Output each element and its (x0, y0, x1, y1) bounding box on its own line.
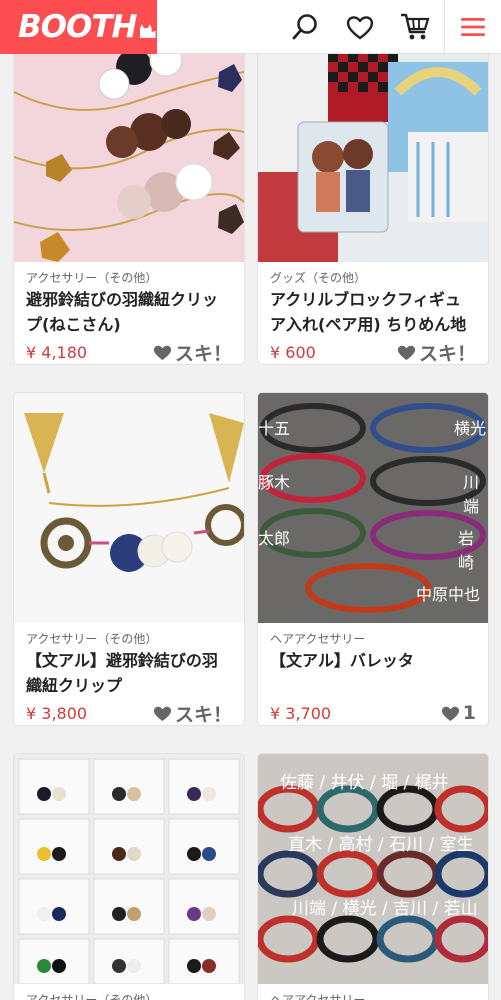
like-label: スキ！ (174, 342, 232, 365)
product-title[interactable]: 【文アル】避邪鈴結びの羽織紐クリップ (26, 648, 232, 698)
like-button[interactable]: スキ！ (153, 700, 232, 726)
product-price: ¥ 600 (270, 342, 316, 362)
product-title[interactable]: 避邪鈴結びの羽織紐クリップ(ねこさん) (26, 287, 232, 337)
heart-icon[interactable] (342, 9, 378, 45)
product-category: グッズ（その他） (270, 271, 367, 285)
like-button[interactable]: スキ！ (397, 339, 476, 365)
like-label: 1 (462, 702, 476, 724)
product-card[interactable]: 十五 横光 豚木 川端 太郎 岩崎 中原中也 ヘアアクセサリー 【文アル】バレッ… (258, 393, 488, 725)
like-button[interactable]: 1 (441, 702, 476, 724)
cat-logo-icon (140, 24, 157, 38)
product-category: ヘアアクセサリー (270, 632, 366, 646)
photo-label: 佐藤 / 井伏 / 堀 / 梶井 (280, 773, 449, 793)
product-image[interactable]: 十五 横光 豚木 川端 太郎 岩崎 中原中也 (258, 393, 488, 623)
menu-icon[interactable] (455, 9, 491, 45)
product-image[interactable]: 佐藤 / 井伏 / 堀 / 梶井 直木 / 高村 / 石川 / 室生 川端 / … (258, 754, 488, 984)
product-card[interactable]: アクセサリー（その他） (14, 754, 244, 1000)
like-label: スキ！ (418, 342, 476, 365)
heart-filled-icon (397, 345, 416, 360)
product-price: ¥ 3,700 (270, 703, 332, 723)
photo-label: 太郎 (258, 529, 291, 548)
like-label: スキ！ (174, 703, 232, 726)
heart-filled-icon (153, 706, 172, 721)
search-icon[interactable] (287, 9, 323, 45)
booth-logo[interactable]: BOOTH (0, 0, 157, 54)
product-card[interactable]: 佐藤 / 井伏 / 堀 / 梶井 直木 / 高村 / 石川 / 室生 川端 / … (258, 754, 488, 1000)
cart-icon[interactable] (397, 9, 433, 45)
photo-label: 川端 / 横光 / 吉川 / 若山 (292, 899, 478, 919)
product-card[interactable]: アクセサリー（その他） 【文アル】避邪鈴結びの羽織紐クリップ ¥ 3,800 ス… (14, 393, 244, 725)
product-image[interactable] (14, 754, 244, 984)
product-category: ヘアアクセサリー (270, 993, 366, 1000)
like-button[interactable]: スキ！ (153, 339, 232, 365)
photo-label: 十五 (258, 419, 291, 438)
product-title[interactable]: 【文アル】バレッタ (270, 648, 476, 698)
photo-label: 岩崎 (458, 529, 475, 572)
product-image[interactable] (14, 32, 244, 262)
product-price: ¥ 4,180 (26, 342, 88, 362)
product-category: アクセサリー（その他） (26, 993, 158, 1000)
photo-label: 川端 (463, 473, 480, 516)
product-price: ¥ 3,800 (26, 703, 88, 723)
product-card[interactable]: グッズ（その他） アクリルブロックフィギュア入れ(ペア用) ちりめん地 ¥ 60… (258, 32, 488, 364)
header-divider (444, 0, 445, 54)
heart-filled-icon (153, 345, 172, 360)
photo-label: 直木 / 高村 / 石川 / 室生 (288, 835, 474, 855)
photo-label: 中原中也 (416, 585, 481, 604)
product-category: アクセサリー（その他） (26, 632, 158, 646)
logo-text: BOOTH (18, 9, 137, 45)
product-image[interactable] (258, 32, 488, 262)
product-card[interactable]: アクセサリー（その他） 避邪鈴結びの羽織紐クリップ(ねこさん) ¥ 4,180 … (14, 32, 244, 364)
photo-label: 横光 (454, 419, 487, 438)
product-image[interactable] (14, 393, 244, 623)
photo-label: 豚木 (258, 473, 291, 492)
heart-filled-icon (441, 706, 459, 721)
product-category: アクセサリー（その他） (26, 271, 158, 285)
product-title[interactable]: アクリルブロックフィギュア入れ(ペア用) ちりめん地 (270, 287, 476, 337)
top-header: BOOTH (0, 0, 501, 54)
